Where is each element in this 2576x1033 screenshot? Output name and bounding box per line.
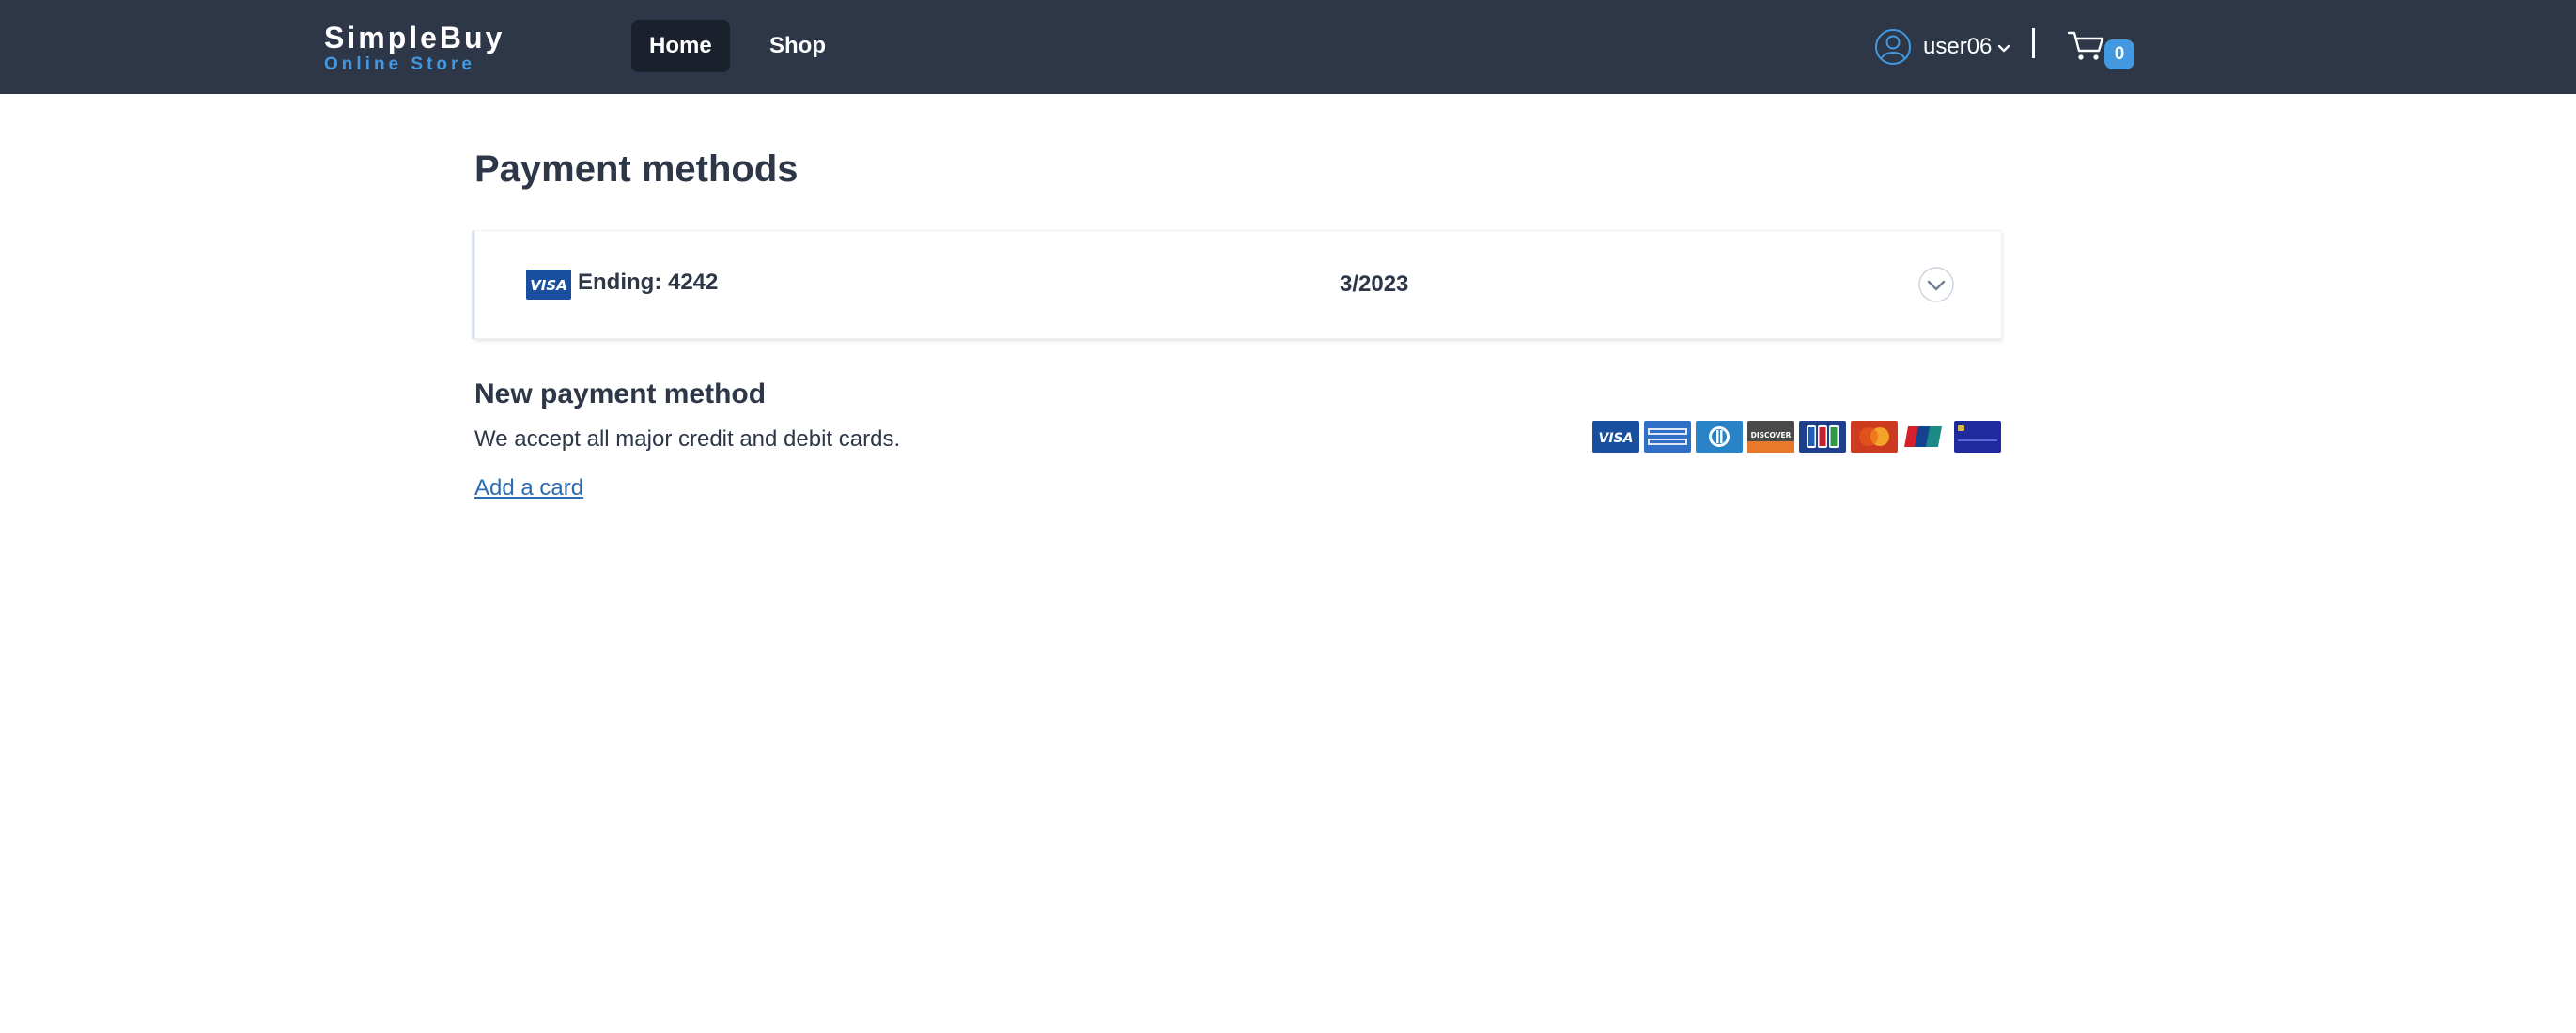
generic-card-icon [1954, 421, 2001, 453]
add-card-link[interactable]: Add a card [474, 474, 583, 502]
expand-chevron-icon[interactable] [1917, 266, 1955, 303]
chevron-down-icon [1998, 44, 2010, 53]
unionpay-icon [1902, 421, 1949, 453]
american-express-icon [1644, 421, 1691, 453]
discover-icon: DISCOVER [1747, 421, 1794, 453]
navbar: SimpleBuy Online Store Home Shop user06 … [0, 0, 2576, 94]
cart-count-badge: 0 [2104, 39, 2134, 69]
nav-home-link[interactable]: Home [631, 20, 730, 72]
user-menu-toggle[interactable]: user06 [1874, 25, 2011, 69]
cart-button[interactable]: 0 [2067, 26, 2136, 73]
page-title: Payment methods [474, 148, 799, 190]
card-expiry: 3/2023 [1340, 271, 1409, 297]
svg-text:VISA: VISA [1599, 431, 1634, 446]
new-payment-method-title: New payment method [474, 378, 767, 409]
accepted-brands: VISA DISCOVER [1592, 421, 2001, 453]
nav-divider [2032, 28, 2035, 58]
svg-text:VISA: VISA [530, 277, 567, 294]
user-circle-icon [1875, 29, 1911, 65]
svg-text:DISCOVER: DISCOVER [1751, 431, 1792, 439]
brand-logo-link[interactable]: SimpleBuy Online Store [324, 21, 504, 75]
card-ending: Ending: 4242 [578, 270, 719, 295]
nav-shop-link[interactable]: Shop [752, 20, 844, 72]
diners-club-icon [1696, 421, 1743, 453]
mastercard-icon [1851, 421, 1898, 453]
user-name: user06 [1923, 34, 1993, 59]
brand-tagline: Online Store [324, 54, 475, 74]
brand-name: SimpleBuy [324, 21, 505, 54]
accepted-cards-text: We accept all major credit and debit car… [474, 426, 901, 452]
jcb-icon [1799, 421, 1846, 453]
visa-card-icon: VISA [526, 270, 571, 300]
saved-card-row[interactable]: VISA Ending: 4242 3/2023 [474, 230, 2002, 339]
cart-icon [2067, 31, 2104, 60]
visa-icon: VISA [1592, 421, 1639, 453]
